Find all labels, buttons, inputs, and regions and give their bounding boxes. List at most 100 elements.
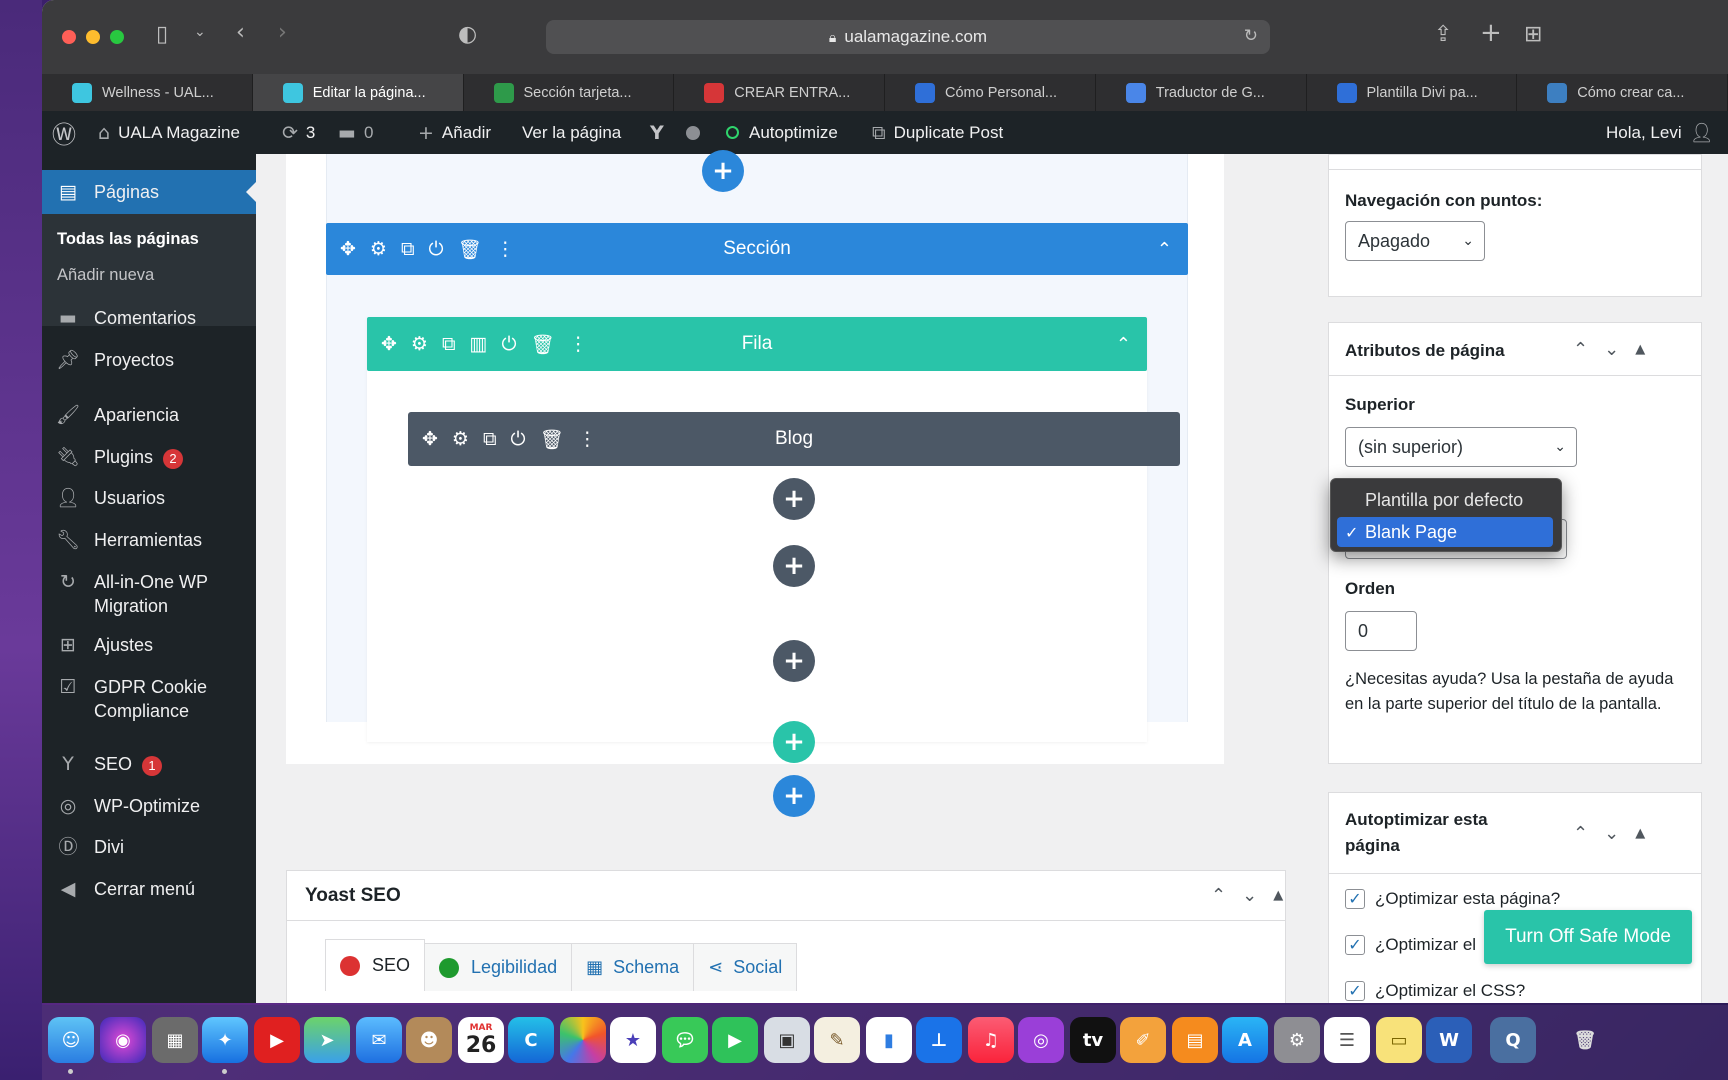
more-icon[interactable]: ⋮ (496, 238, 515, 260)
sidebar-item[interactable]: ▬ Comentarios (42, 306, 256, 330)
sidebar-item[interactable]: 👤︎ Usuarios (42, 486, 256, 510)
browser-tab[interactable]: Traductor de G... (1096, 74, 1307, 111)
quicktime-icon[interactable]: Q (1490, 1017, 1536, 1063)
facetime-icon[interactable]: ▶ (712, 1017, 758, 1063)
sketch-icon[interactable]: ✐ (1120, 1017, 1166, 1063)
template-option-default[interactable]: Plantilla por defecto (1337, 485, 1553, 515)
more-icon[interactable]: ⋮ (578, 428, 597, 450)
books-icon[interactable]: ▤ (1172, 1017, 1218, 1063)
mail-icon[interactable]: ✉ (356, 1017, 402, 1063)
browser-tab[interactable]: Wellness - UAL... (42, 74, 253, 111)
canva-icon[interactable]: C (508, 1017, 554, 1063)
add-section-button[interactable]: + (773, 775, 815, 817)
browser-tab[interactable]: Editar la página... (252, 74, 464, 111)
tab-schema[interactable]: ▦ Schema (571, 943, 695, 991)
forward-icon[interactable]: › (278, 20, 287, 45)
trash-icon[interactable]: 🗑︎ (531, 333, 555, 356)
optimize-page-checkbox[interactable]: ✓ (1345, 889, 1365, 909)
chevron-up-icon[interactable]: ⌃ (1573, 823, 1588, 844)
power-icon[interactable]: ⏻ (502, 333, 517, 355)
photos-icon[interactable] (560, 1017, 606, 1063)
submenu-add-new[interactable]: Añadir nueva (57, 266, 154, 285)
settings-icon[interactable]: ⚙ (370, 238, 387, 260)
chevron-up-icon[interactable]: ⌃ (1211, 885, 1226, 906)
user-account-link[interactable]: Hola, Levi 👤︎ (1606, 111, 1714, 154)
apple-tv-icon[interactable]: tv (1070, 1017, 1116, 1063)
sidebar-item[interactable]: ◎ WP-Optimize (42, 794, 256, 818)
sidebar-item[interactable]: ↻ All-in-One WP Migration (42, 570, 256, 618)
close-window-button[interactable] (62, 30, 76, 44)
chevron-down-icon[interactable]: ⌄ (1604, 339, 1619, 360)
messages-icon[interactable]: 💬︎ (662, 1017, 708, 1063)
maps-icon[interactable]: ➤ (304, 1017, 350, 1063)
site-name-link[interactable]: ⌂ UALA Magazine (98, 111, 240, 154)
sidebar-item[interactable]: 🔧︎ Herramientas (42, 528, 256, 552)
add-module-button-3[interactable]: + (773, 640, 815, 682)
toggle-panel-icon[interactable]: ▲ (1635, 826, 1645, 841)
address-bar[interactable]: 🔒︎ ualamagazine.com ↻ (546, 20, 1270, 54)
browser-tab[interactable]: Cómo crear ca... (1517, 74, 1728, 111)
notes-icon[interactable]: ▭ (1376, 1017, 1422, 1063)
updates-link[interactable]: ⟳ 3 (282, 111, 315, 154)
pages-app-icon[interactable]: ✎ (814, 1017, 860, 1063)
settings-icon[interactable]: ⚙ (411, 333, 428, 355)
toggle-panel-icon[interactable]: ▲ (1273, 888, 1283, 903)
app-store-icon[interactable]: A (1222, 1017, 1268, 1063)
chevron-down-icon[interactable]: ⌄ (194, 24, 206, 40)
chevron-down-icon[interactable]: ⌄ (1242, 885, 1257, 906)
wordpress-logo-icon[interactable]: Ⓦ (52, 111, 84, 154)
tab-social[interactable]: ⋖ Social (693, 943, 798, 991)
add-row-green-button[interactable]: + (773, 721, 815, 763)
order-input[interactable]: 0 (1345, 611, 1417, 651)
tab-readability[interactable]: Legibilidad (424, 943, 573, 991)
add-module-button[interactable]: + (773, 478, 815, 520)
shield-icon[interactable]: ◐ (458, 22, 477, 47)
move-icon[interactable]: ✥ (381, 333, 397, 355)
more-icon[interactable]: ⋮ (569, 333, 588, 355)
browser-tab[interactable]: CREAR ENTRA... (674, 74, 885, 111)
tab-seo[interactable]: SEO (325, 939, 426, 991)
new-tab-icon[interactable]: + (1480, 18, 1502, 48)
reload-icon[interactable]: ↻ (1244, 26, 1258, 46)
sidebar-item[interactable]: 🖌︎ Apariencia (42, 403, 256, 427)
trash-icon[interactable]: 🗑︎ (540, 428, 564, 451)
sidebar-item-pages[interactable]: ▤ Páginas (42, 170, 256, 214)
add-new-link[interactable]: + Añadir (418, 111, 491, 154)
duplicate-icon[interactable]: ⧉ (401, 238, 415, 260)
template-option-blank-page[interactable]: ✓ Blank Page (1337, 517, 1553, 547)
duplicate-post-link[interactable]: ⧉ Duplicate Post (872, 111, 1003, 154)
browser-tab[interactable]: Cómo Personal... (885, 74, 1096, 111)
finder-icon[interactable]: ☺ (48, 1017, 94, 1063)
optimize-js-checkbox[interactable]: ✓ (1345, 935, 1365, 955)
contacts-icon[interactable]: ☻ (406, 1017, 452, 1063)
tab-overview-icon[interactable]: ⊞ (1524, 22, 1542, 47)
submenu-all-pages[interactable]: Todas las páginas (57, 230, 199, 249)
maximize-window-button[interactable] (110, 30, 124, 44)
trash-icon[interactable]: 🗑︎ (458, 238, 482, 261)
chevron-down-icon[interactable]: ⌄ (1604, 823, 1619, 844)
yoast-icon[interactable]: Y (650, 111, 672, 154)
columns-icon[interactable]: ▥ (470, 333, 488, 355)
power-icon[interactable]: ⏻ (429, 238, 444, 260)
view-page-link[interactable]: Ver la página (522, 111, 621, 154)
move-icon[interactable]: ✥ (422, 428, 438, 450)
reminders-icon[interactable]: ☰ (1324, 1017, 1370, 1063)
calendar-icon[interactable]: MAR 26 (458, 1017, 504, 1063)
preview-icon[interactable]: ▣ (764, 1017, 810, 1063)
launchpad-icon[interactable]: ▦ (152, 1017, 198, 1063)
settings-icon[interactable]: ⚙ (452, 428, 469, 450)
move-icon[interactable]: ✥ (340, 238, 356, 260)
duplicate-icon[interactable]: ⧉ (483, 428, 497, 450)
comments-link[interactable]: ▬ 0 (338, 111, 373, 154)
sidebar-item[interactable]: Ⓓ Divi (42, 835, 256, 859)
safari-icon[interactable]: ✦ (202, 1017, 248, 1063)
turn-off-safe-mode-button[interactable]: Turn Off Safe Mode (1484, 910, 1692, 964)
blog-module-bar[interactable]: ✥ ⚙ ⧉ ⏻ 🗑︎ ⋮ Blog (408, 412, 1180, 466)
music-icon[interactable]: ♫ (968, 1017, 1014, 1063)
add-module-button-2[interactable]: + (773, 545, 815, 587)
collapse-section-icon[interactable]: ⌃ (1157, 223, 1172, 275)
siri-icon[interactable]: ◉ (100, 1017, 146, 1063)
chevron-up-icon[interactable]: ⌃ (1573, 339, 1588, 360)
system-settings-icon[interactable]: ⚙ (1274, 1017, 1320, 1063)
collapse-row-icon[interactable]: ⌃ (1116, 317, 1131, 371)
